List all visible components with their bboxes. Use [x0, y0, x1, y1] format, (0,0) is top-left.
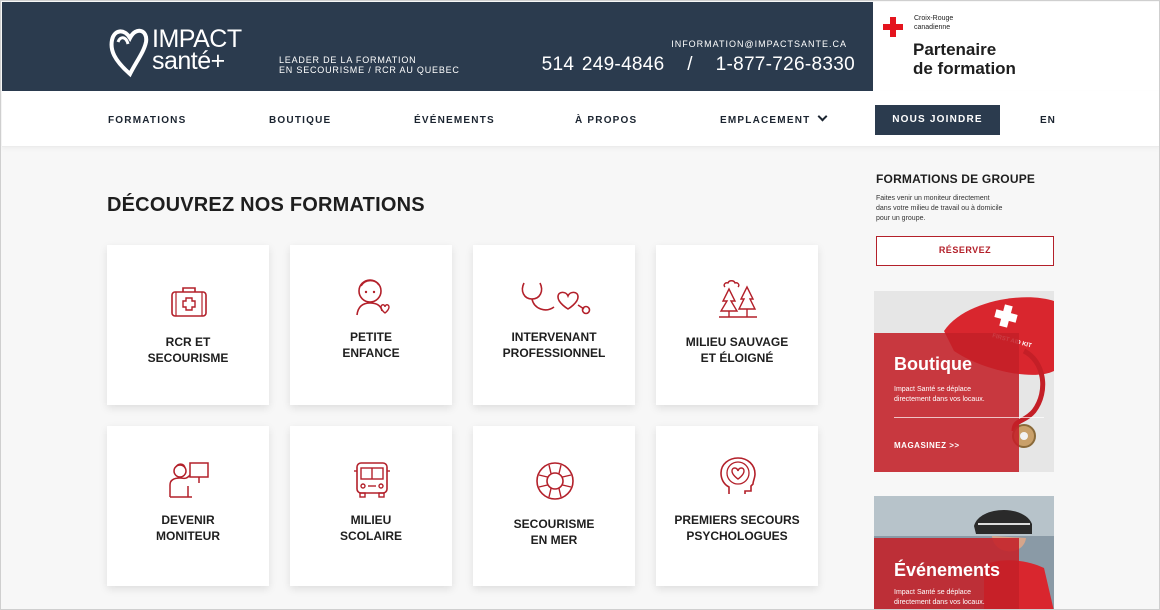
nav-evenements[interactable]: ÉVÉNEMENTS — [414, 115, 495, 126]
events-promo-description: Impact Santé se déplace directement dans… — [894, 589, 985, 606]
red-cross-name-line: canadienne — [914, 24, 951, 31]
card-label-line: PETITE — [349, 330, 392, 344]
school-bus-icon — [354, 462, 390, 498]
card-label: MILIEU SAUVAGE ET ÉLOIGNÉ — [656, 334, 818, 366]
card-label-line: PSYCHOLOGUES — [686, 529, 788, 543]
course-card-premiers-secours-psy[interactable]: PREMIERS SECOURS PSYCHOLOGUES — [656, 426, 818, 586]
shop-promo-banner[interactable]: FIRST AID KIT Boutique Impact Santé se d… — [874, 291, 1054, 472]
card-label: PREMIERS SECOURS PSYCHOLOGUES — [656, 512, 818, 544]
section-title: DÉCOUVREZ NOS FORMATIONS — [107, 194, 425, 216]
group-training-desc-line: Faites venir un moniteur directement — [876, 195, 990, 202]
card-label: DEVENIR MONITEUR — [107, 512, 269, 544]
card-label-line: SECOURISME — [513, 517, 595, 531]
card-label: SECOURISME EN MER — [473, 516, 635, 548]
chevron-down-icon — [817, 111, 828, 122]
contact-button[interactable]: NOUS JOINDRE — [875, 105, 1000, 135]
red-cross-name-line: Croix-Rouge — [914, 15, 954, 22]
course-card-milieu-scolaire[interactable]: MILIEU SCOLAIRE — [290, 426, 452, 586]
events-promo-banner[interactable]: Événements Impact Santé se déplace direc… — [874, 496, 1054, 609]
card-label: INTERVENANT PROFESSIONNEL — [473, 329, 635, 361]
card-label-line: SECOURISME — [147, 351, 229, 365]
nav-emplacement-label: EMPLACEMENT — [720, 115, 811, 126]
main-nav: FORMATIONS BOUTIQUE ÉVÉNEMENTS À PROPOS … — [2, 91, 1159, 147]
course-card-milieu-sauvage[interactable]: MILIEU SAUVAGE ET ÉLOIGNÉ — [656, 245, 818, 405]
group-training-description: Faites venir un moniteur directement dan… — [876, 194, 1056, 224]
course-card-devenir-moniteur[interactable]: DEVENIR MONITEUR — [107, 426, 269, 586]
red-cross-partner-badge: Croix-Rouge canadienne Partenaire de for… — [873, 2, 1159, 91]
logo-heart-icon — [109, 28, 149, 78]
nav-emplacement[interactable]: EMPLACEMENT — [720, 111, 828, 126]
card-label-line: MONITEUR — [156, 529, 220, 543]
instructor-icon — [169, 462, 209, 498]
child-icon — [356, 279, 390, 316]
top-header: IMPACT santé+ LEADER DE LA FORMATION EN … — [2, 2, 873, 91]
trees-icon — [719, 280, 757, 318]
red-cross-name: Croix-Rouge canadienne — [914, 14, 953, 32]
nav-formations[interactable]: FORMATIONS — [108, 115, 186, 126]
shop-promo-title: Boutique — [894, 354, 972, 374]
shop-promo-divider — [894, 417, 1044, 418]
partner-title-line: Partenaire — [913, 40, 997, 59]
card-label-line: DEVENIR — [161, 513, 215, 527]
email-link[interactable]: INFORMATION@IMPACTSANTE.CA — [671, 39, 847, 49]
page-frame: IMPACT santé+ LEADER DE LA FORMATION EN … — [0, 0, 1160, 610]
nav-a-propos[interactable]: À PROPOS — [575, 115, 637, 126]
group-training-title: FORMATIONS DE GROUPE — [876, 172, 1036, 186]
group-training-desc-line: dans votre milieu de travail ou à domici… — [876, 205, 1003, 212]
course-card-rcr[interactable]: RCR ET SECOURISME — [107, 245, 269, 405]
card-label: PETITE ENFANCE — [290, 329, 452, 361]
card-label: RCR ET SECOURISME — [107, 334, 269, 366]
card-label-line: RCR ET — [165, 335, 211, 349]
card-label-line: PROFESSIONNEL — [502, 346, 606, 360]
partner-title-line: de formation — [913, 59, 1016, 78]
card-label-line: INTERVENANT — [511, 330, 597, 344]
reserve-button[interactable]: RÉSERVEZ — [876, 236, 1054, 266]
card-label-line: MILIEU SAUVAGE — [685, 335, 789, 349]
logo[interactable]: IMPACT santé+ — [108, 22, 258, 78]
shop-promo-description: Impact Santé se déplace directement dans… — [894, 386, 985, 403]
lifebuoy-icon — [536, 462, 574, 500]
course-card-secourisme-mer[interactable]: SECOURISME EN MER — [473, 426, 635, 586]
card-label-line: MILIEU — [350, 513, 392, 527]
tagline: LEADER DE LA FORMATION EN SECOURISME / R… — [279, 55, 460, 75]
red-cross-icon — [883, 17, 903, 37]
events-promo-title: Événements — [894, 560, 1001, 580]
language-toggle[interactable]: EN — [1040, 115, 1056, 126]
course-card-petite-enfance[interactable]: PETITE ENFANCE — [290, 245, 452, 405]
nav-boutique[interactable]: BOUTIQUE — [269, 115, 331, 126]
tagline-line: EN SECOURISME / RCR AU QUEBEC — [279, 65, 460, 75]
card-label: MILIEU SCOLAIRE — [290, 512, 452, 544]
card-label-line: SCOLAIRE — [339, 529, 402, 543]
logo-wordmark-bottom: santé+ — [152, 47, 225, 75]
card-label-line: ET ÉLOIGNÉ — [700, 351, 774, 365]
head-heart-icon — [720, 457, 756, 494]
card-label-line: EN MER — [530, 533, 578, 547]
card-label-line: ENFANCE — [342, 346, 400, 360]
stethoscope-icon — [521, 282, 591, 315]
tagline-line: LEADER DE LA FORMATION — [279, 55, 417, 65]
group-training-desc-line: pour un groupe. — [876, 215, 926, 222]
first-aid-kit-icon — [171, 287, 207, 317]
course-card-intervenant[interactable]: INTERVENANT PROFESSIONNEL — [473, 245, 635, 405]
shop-link[interactable]: MAGASINEZ >> — [894, 441, 960, 450]
partner-title: Partenaire de formation — [913, 40, 1016, 78]
phone-numbers[interactable]: 514 249-4846 / 1-877-726-8330 — [542, 54, 855, 76]
card-label-line: PREMIERS SECOURS — [674, 513, 800, 527]
